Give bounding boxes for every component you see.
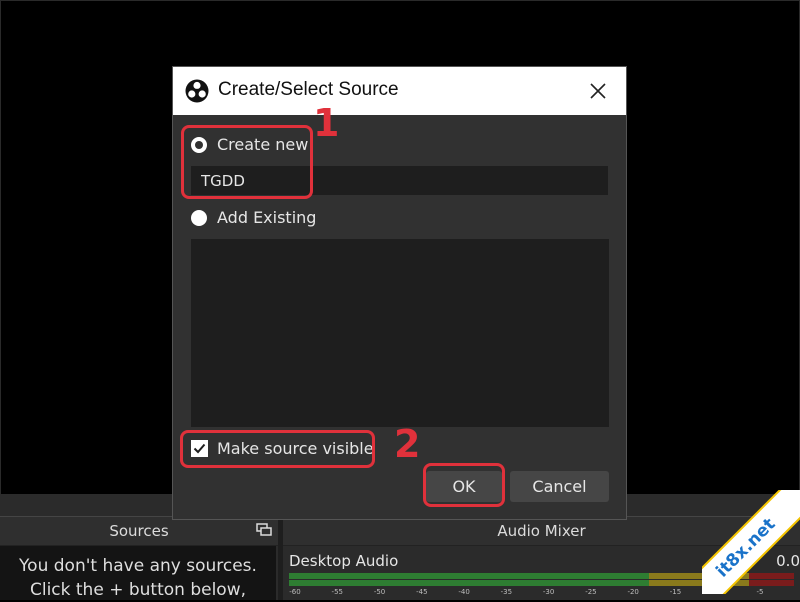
ok-button[interactable]: OK [426, 471, 502, 502]
meter-tick-label: -55 [331, 588, 343, 596]
meter-tick-label: -40 [458, 588, 470, 596]
meter-tick-label: -45 [416, 588, 428, 596]
dialog-title: Create/Select Source [218, 79, 399, 100]
create-new-radio-icon[interactable] [191, 136, 207, 153]
meter-tick-label: -60 [289, 588, 301, 596]
annotation-number-1: 1 [313, 101, 340, 145]
meter-tick-label: -35 [500, 588, 513, 596]
sources-list[interactable]: You don't have any sources. Click the + … [0, 546, 276, 600]
add-existing-option[interactable]: Add Existing [191, 208, 316, 227]
dialog-titlebar[interactable]: Create/Select Source [173, 67, 626, 115]
sources-title: Sources [109, 522, 169, 540]
meter-tick-label: -50 [373, 588, 386, 596]
obs-logo-icon [185, 79, 209, 103]
meter-tick-label: -25 [585, 588, 597, 596]
meter-tick-label: -20 [627, 588, 639, 596]
source-name-input[interactable] [191, 166, 608, 195]
sources-header: Sources [0, 516, 278, 546]
sources-empty-line1: You don't have any sources. [19, 556, 257, 576]
existing-sources-list[interactable] [191, 239, 609, 427]
annotation-number-2: 2 [394, 422, 421, 466]
watermark-text: it8x.net [712, 514, 780, 582]
add-existing-label: Add Existing [217, 208, 317, 227]
cancel-button[interactable]: Cancel [510, 471, 609, 502]
meter-tick-label: -30 [542, 588, 555, 596]
create-new-label: Create new [217, 135, 309, 154]
undock-icon[interactable] [256, 523, 272, 537]
checkbox-checked-icon[interactable] [191, 440, 208, 457]
add-existing-radio-icon[interactable] [191, 209, 207, 226]
watermark: it8x.net [702, 490, 800, 594]
audio-mixer-title: Audio Mixer [497, 522, 586, 540]
create-new-option[interactable]: Create new [191, 135, 308, 154]
sources-empty-line2: Click the + button below, [29, 580, 247, 600]
close-icon[interactable] [586, 79, 610, 103]
meter-tick-label: -15 [669, 588, 682, 596]
make-source-visible-label: Make source visible [217, 439, 374, 458]
desktop-audio-label: Desktop Audio [289, 552, 399, 570]
make-source-visible-option[interactable]: Make source visible [191, 439, 374, 458]
